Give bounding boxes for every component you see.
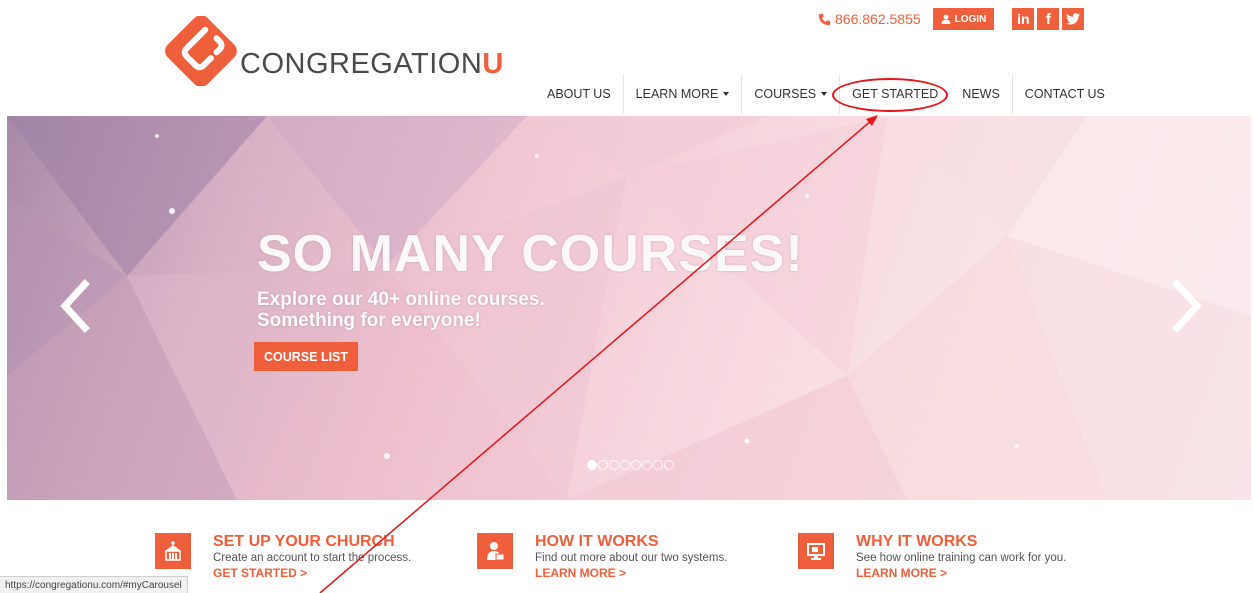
main-nav: ABOUT US LEARN MORE COURSES GET STARTED …	[535, 74, 1117, 114]
nav-label: CONTACT US	[1024, 87, 1105, 101]
carousel-dot[interactable]	[598, 460, 608, 470]
nav-contact-us[interactable]: CONTACT US	[1011, 74, 1117, 114]
church-icon	[155, 533, 191, 569]
carousel-indicators	[587, 460, 674, 470]
carousel-next-arrow-icon[interactable]	[1167, 276, 1207, 336]
feature-description: See how online training can work for you…	[856, 552, 1067, 564]
feature-why-it-works: WHY IT WORKS See how online training can…	[798, 533, 1066, 581]
feature-title: WHY IT WORKS	[856, 533, 978, 550]
annotation-highlight-ellipse	[832, 78, 948, 112]
hero-carousel[interactable]: SO MANY COURSES! Explore our 40+ online …	[7, 116, 1251, 500]
site-logo[interactable]: CONGREGATIONU	[157, 16, 503, 86]
top-utility-bar: 866.862.5855 LOGIN in f	[818, 6, 1087, 32]
carousel-dot[interactable]	[653, 460, 663, 470]
user-icon	[941, 14, 951, 24]
carousel-dot[interactable]	[609, 460, 619, 470]
caret-down-icon	[821, 92, 828, 96]
carousel-prev-arrow-icon[interactable]	[55, 276, 95, 336]
carousel-dot[interactable]	[620, 460, 630, 470]
feature-learn-more-link[interactable]: LEARN MORE >	[535, 566, 727, 581]
feature-title: HOW IT WORKS	[535, 533, 659, 550]
nav-news[interactable]: NEWS	[950, 74, 1012, 114]
nav-label: NEWS	[962, 87, 1000, 101]
nav-label: ABOUT US	[547, 87, 611, 101]
feature-learn-more-link[interactable]: LEARN MORE >	[856, 566, 1066, 581]
carousel-dot[interactable]	[664, 460, 674, 470]
login-button[interactable]: LOGIN	[932, 8, 995, 30]
feature-set-up-church: SET UP YOUR CHURCH Create an account to …	[155, 533, 411, 581]
carousel-headline: SO MANY COURSES!	[257, 225, 804, 283]
nav-courses[interactable]: COURSES	[741, 74, 839, 114]
course-list-button[interactable]: COURSE LIST	[254, 342, 359, 371]
browser-status-url: https://congregationu.com/#myCarousel	[0, 576, 188, 593]
carousel-background-image	[7, 116, 1251, 500]
nav-label: LEARN MORE	[635, 87, 719, 101]
feature-title: SET UP YOUR CHURCH	[213, 533, 395, 550]
feature-description: Find out more about our two systems.	[535, 552, 728, 564]
congregationu-logo-mark-icon	[165, 16, 237, 86]
nav-label: COURSES	[754, 87, 817, 101]
carousel-subline-1: Explore our 40+ online courses.	[257, 289, 545, 310]
carousel-dot[interactable]	[631, 460, 641, 470]
phone-link[interactable]: 866.862.5855	[818, 11, 921, 27]
phone-number: 866.862.5855	[835, 11, 921, 27]
person-laptop-icon	[477, 533, 513, 569]
carousel-subline: Explore our 40+ online courses. Somethin…	[257, 289, 545, 331]
carousel-dot[interactable]	[642, 460, 652, 470]
caret-down-icon	[723, 92, 730, 96]
phone-icon	[818, 13, 831, 25]
facebook-icon[interactable]: f	[1037, 8, 1060, 30]
carousel-dot[interactable]	[587, 460, 597, 470]
feature-how-it-works: HOW IT WORKS Find out more about our two…	[477, 533, 727, 581]
linkedin-icon[interactable]: in	[1012, 8, 1035, 30]
nav-about-us[interactable]: ABOUT US	[535, 74, 623, 114]
nav-learn-more[interactable]: LEARN MORE	[622, 74, 742, 114]
monitor-icon	[798, 533, 834, 569]
twitter-icon[interactable]	[1062, 8, 1085, 30]
feature-description: Create an account to start the process.	[213, 552, 412, 564]
carousel-subline-2: Something for everyone!	[257, 310, 481, 331]
logo-wordmark: CONGREGATIONU	[240, 48, 504, 80]
feature-get-started-link[interactable]: GET STARTED >	[213, 566, 411, 581]
login-label: LOGIN	[954, 13, 987, 25]
